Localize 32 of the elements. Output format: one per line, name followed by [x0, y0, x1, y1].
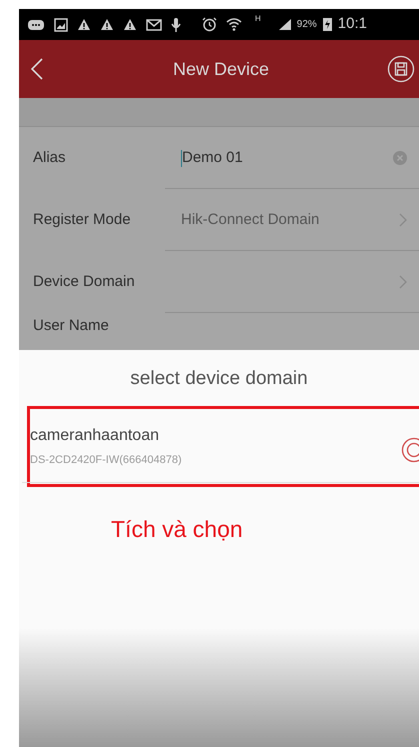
- wifi-icon: [226, 17, 242, 32]
- network-type: H: [255, 13, 261, 25]
- clear-icon: [393, 151, 407, 165]
- select-field[interactable]: Hik-Connect Domain: [181, 189, 419, 251]
- alarm-clock-icon: [202, 17, 217, 32]
- back-icon[interactable]: [31, 58, 43, 80]
- signal-icon: [278, 18, 292, 31]
- microphone-icon: [171, 16, 181, 32]
- clock-time: 10:1: [338, 14, 367, 34]
- field-label: User Name: [33, 317, 110, 335]
- warning-icon: [77, 18, 91, 31]
- field-label: Register Mode: [33, 210, 132, 230]
- annotation-text: Tích và chọn: [111, 514, 243, 544]
- device-serial: DS-2CD2420F-IW(666404878): [30, 452, 183, 468]
- warning-icon: [100, 18, 114, 31]
- field-label: Alias: [33, 148, 67, 168]
- text-field[interactable]: Demo 01: [181, 127, 419, 189]
- image-icon: [54, 18, 68, 32]
- field-label: Device Domain: [33, 272, 136, 292]
- battery-percent: 92%: [296, 18, 317, 32]
- sheet-title: select device domain: [129, 367, 309, 391]
- device-name: cameranhaantoan: [30, 426, 160, 446]
- save-button[interactable]: [387, 55, 415, 83]
- mail-icon: [146, 18, 162, 32]
- screen-title: New Device: [172, 58, 270, 80]
- battery-icon: [322, 17, 333, 32]
- message-icon: [27, 18, 45, 32]
- domain-list-item[interactable]: cameranhaantoan DS-2CD2420F-IW(666404878): [22, 418, 419, 482]
- chevron-right-icon: [399, 275, 407, 289]
- radio-button[interactable]: [401, 437, 419, 463]
- chevron-right-icon: [399, 213, 407, 227]
- warning-icon: [123, 18, 137, 31]
